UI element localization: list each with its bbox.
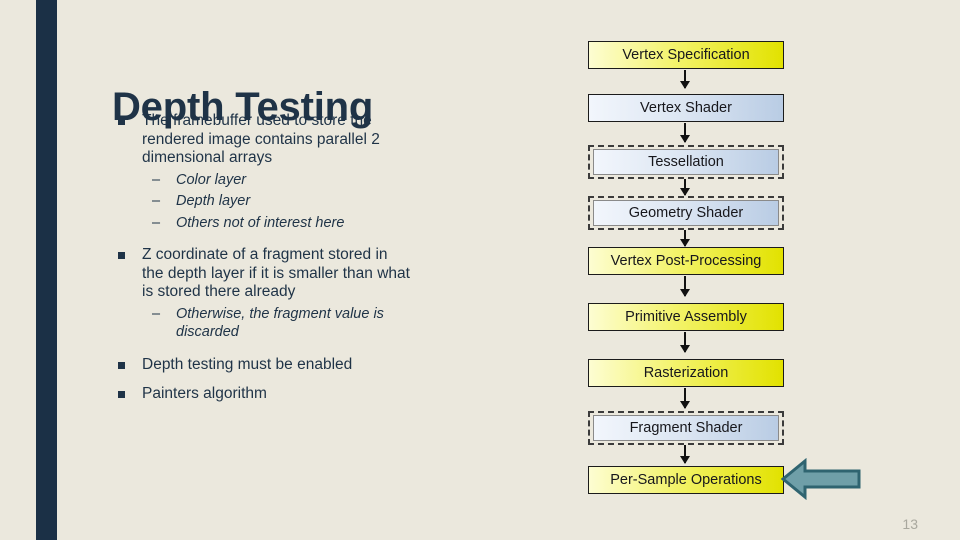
pipeline-stage-per-sample-operations: Per-Sample Operations xyxy=(588,466,784,494)
list-item-label: Depth testing must be enabled xyxy=(142,355,353,373)
pipeline-connector-arrow xyxy=(680,388,690,409)
callout-arrow-left-icon xyxy=(780,457,861,501)
pipeline-stage-vertex-specification: Vertex Specification xyxy=(588,41,784,69)
stage-label: Vertex Post-Processing xyxy=(610,253,762,269)
dash-bullet-icon: – xyxy=(152,171,161,188)
stage-label: Tessellation xyxy=(648,154,724,170)
stage-label: Fragment Shader xyxy=(629,420,743,436)
list-item: Depth testing must be enabled xyxy=(112,356,412,375)
stage-label: Geometry Shader xyxy=(628,205,744,221)
stage-box: Per-Sample Operations xyxy=(588,466,784,494)
pipeline-stage-geometry-shader: Geometry Shader xyxy=(588,196,784,230)
list-item: – Color layer xyxy=(112,171,412,189)
square-bullet-icon xyxy=(118,361,125,369)
list-item-label: Color layer xyxy=(176,171,247,188)
pipeline-stage-tessellation: Tessellation xyxy=(588,145,784,179)
pipeline-stage-primitive-assembly: Primitive Assembly xyxy=(588,303,784,331)
slide-canvas: Depth Testing The framebuffer used to st… xyxy=(0,0,960,540)
pipeline-stage-vertex-shader: Vertex Shader xyxy=(588,94,784,122)
list-item: – Otherwise, the fragment value is disca… xyxy=(112,305,412,342)
stage-box: Rasterization xyxy=(588,359,784,387)
stage-box: Vertex Specification xyxy=(588,41,784,69)
list-item-label: Otherwise, the fragment value is discard… xyxy=(176,305,384,341)
arrowhead-icon xyxy=(680,135,690,143)
arrowhead-icon xyxy=(680,456,690,464)
stage-box: Geometry Shader xyxy=(593,200,779,226)
square-bullet-icon xyxy=(118,252,125,259)
square-bullet-icon xyxy=(118,118,125,125)
pipeline-connector-arrow xyxy=(680,123,690,143)
arrowhead-icon xyxy=(680,401,690,409)
graphics-pipeline-diagram: Vertex Specification Vertex Shader Tesse… xyxy=(588,41,786,501)
pipeline-connector-arrow xyxy=(680,179,690,196)
list-item: – Depth layer xyxy=(112,192,412,210)
list-item: The framebuffer used to store the render… xyxy=(112,112,412,168)
page-number: 13 xyxy=(902,516,918,532)
pipeline-stage-rasterization: Rasterization xyxy=(588,359,784,387)
stage-label: Per-Sample Operations xyxy=(610,472,762,488)
list-item-label: Depth layer xyxy=(176,193,251,210)
stage-label: Primitive Assembly xyxy=(625,309,747,325)
arrowhead-icon xyxy=(680,239,690,247)
square-bullet-icon xyxy=(118,391,125,399)
pipeline-connector-arrow xyxy=(680,70,690,89)
dash-bullet-icon: – xyxy=(152,193,161,210)
stage-label: Rasterization xyxy=(643,365,729,381)
stage-label: Vertex Specification xyxy=(622,47,750,63)
stage-box: Primitive Assembly xyxy=(588,303,784,331)
arrowhead-icon xyxy=(680,345,690,353)
pipeline-connector-arrow xyxy=(680,276,690,297)
pipeline-stage-fragment-shader: Fragment Shader xyxy=(588,411,784,445)
list-item-label: The framebuffer used to store the render… xyxy=(142,112,380,167)
arrowhead-icon xyxy=(680,188,690,196)
pipeline-stage-vertex-post-processing: Vertex Post-Processing xyxy=(588,247,784,275)
stage-label: Vertex Shader xyxy=(640,100,732,116)
stage-box: Vertex Post-Processing xyxy=(588,247,784,275)
list-item-label: Painters algorithm xyxy=(142,385,267,403)
stage-box: Vertex Shader xyxy=(588,94,784,122)
pipeline-connector-arrow xyxy=(680,230,690,247)
dash-bullet-icon: – xyxy=(152,214,161,231)
list-item: – Others not of interest here xyxy=(112,214,412,232)
bullet-list: The framebuffer used to store the render… xyxy=(112,112,412,407)
pipeline-connector-arrow xyxy=(680,332,690,353)
accent-stripe xyxy=(36,0,57,540)
arrowhead-icon xyxy=(680,289,690,297)
list-item: Painters algorithm xyxy=(112,385,412,404)
pipeline-connector-arrow xyxy=(680,445,690,464)
list-item-label: Others not of interest here xyxy=(176,214,345,231)
list-item: Z coordinate of a fragment stored in the… xyxy=(112,246,412,302)
arrowhead-icon xyxy=(680,81,690,89)
stage-box: Fragment Shader xyxy=(593,415,779,441)
dash-bullet-icon: – xyxy=(152,305,161,322)
stage-box: Tessellation xyxy=(593,149,779,175)
